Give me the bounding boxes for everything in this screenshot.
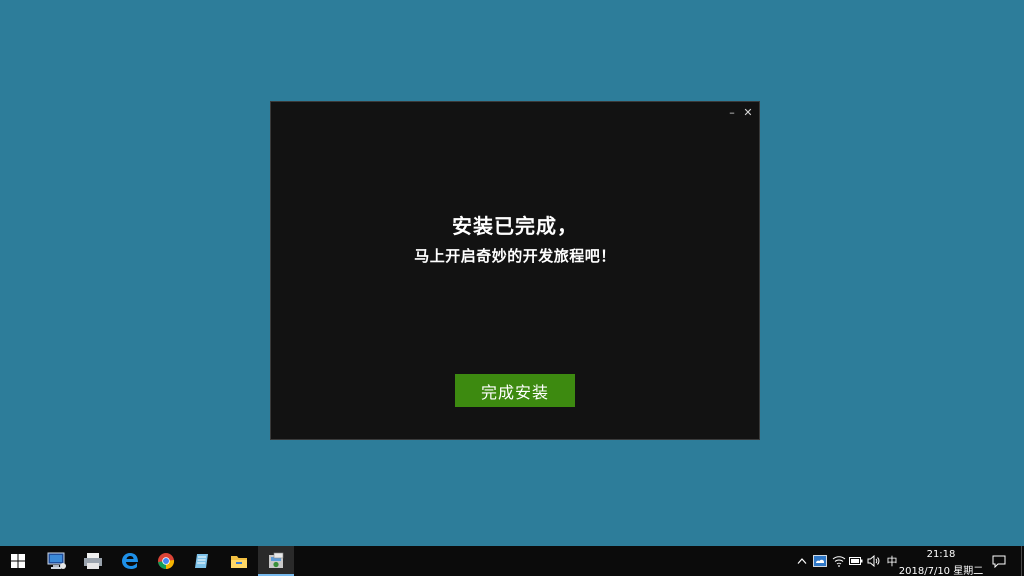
installer-dialog: – ✕ 安装已完成， 马上开启奇妙的开发旅程吧！ 完成安装 <box>271 102 759 439</box>
this-pc-icon[interactable] <box>39 546 75 576</box>
battery-icon[interactable] <box>848 546 864 576</box>
installer-app-icon[interactable] <box>258 546 294 576</box>
close-button[interactable]: ✕ <box>741 106 755 120</box>
file-explorer-icon[interactable] <box>221 546 257 576</box>
show-desktop-button[interactable] <box>1018 546 1024 576</box>
volume-icon[interactable] <box>866 546 882 576</box>
windows-start-icon[interactable] <box>0 546 36 576</box>
notification-center-icon[interactable] <box>990 546 1008 576</box>
minimize-button[interactable]: – <box>725 106 739 120</box>
clock-date[interactable]: 2018/7/10 星期二 <box>896 562 986 577</box>
completion-heading: 安装已完成， <box>452 214 578 238</box>
taskbar: 中 21:18 2018/7/10 星期二 <box>0 546 1024 577</box>
network-printer-icon[interactable] <box>75 546 111 576</box>
chrome-browser-icon[interactable] <box>148 546 184 576</box>
edge-browser-icon[interactable] <box>112 546 148 576</box>
completion-subheading: 马上开启奇妙的开发旅程吧！ <box>414 247 616 265</box>
notepad-app-icon[interactable] <box>184 546 220 576</box>
window-controls: – ✕ <box>725 106 755 120</box>
onedrive-tray-icon[interactable] <box>812 546 828 576</box>
clock-time[interactable]: 21:18 <box>908 549 974 560</box>
wifi-icon[interactable] <box>831 546 847 576</box>
show-hidden-icons-chevron-icon[interactable] <box>794 546 810 576</box>
finish-install-button[interactable]: 完成安装 <box>455 374 575 407</box>
desktop: – ✕ 安装已完成， 马上开启奇妙的开发旅程吧！ 完成安装 <box>0 0 1024 546</box>
